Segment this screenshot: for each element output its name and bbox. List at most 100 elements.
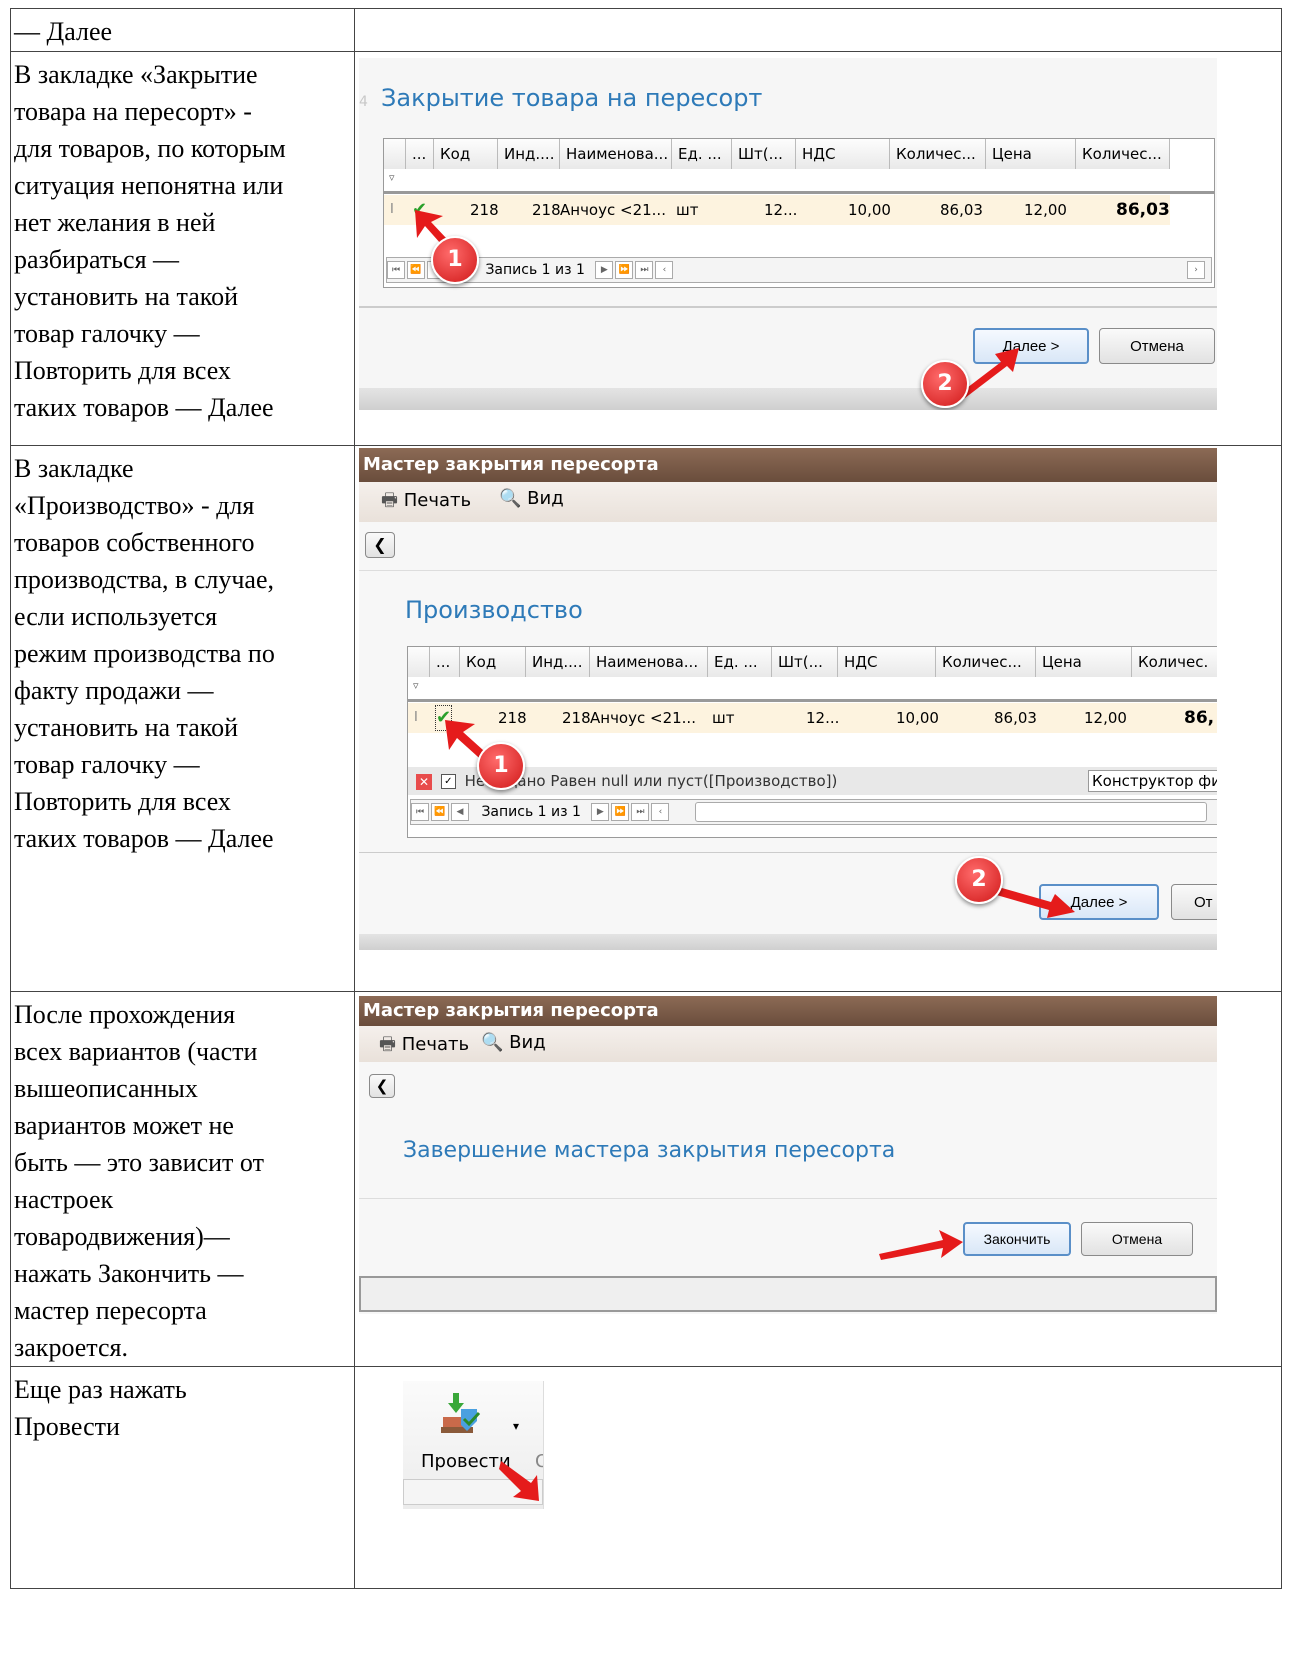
- wizard-title: Производство: [405, 596, 583, 624]
- back-arrow-button[interactable]: ❮: [365, 532, 395, 558]
- cell-ed: шт: [712, 709, 735, 727]
- col-header[interactable]: Количес.: [1132, 647, 1217, 677]
- cancel-button[interactable]: Отмена: [1081, 1222, 1193, 1256]
- next-page-icon[interactable]: ⏩: [611, 803, 630, 821]
- record-navigator[interactable]: ⏮ ⏪ ◀ Запись 1 из 1 ▶ ⏩ ⏭ ‹: [410, 799, 1217, 825]
- col-header[interactable]: Цена: [986, 139, 1076, 169]
- cell-ind: 218: [532, 201, 561, 219]
- cell-ed: шт: [676, 201, 699, 219]
- first-record-icon[interactable]: ⏮: [411, 803, 429, 821]
- cell-kod: 218: [470, 201, 499, 219]
- cell-sht: 12...: [764, 201, 798, 219]
- col-header[interactable]: Количес...: [1076, 139, 1170, 169]
- print-label: Печать: [401, 1034, 470, 1055]
- prev-page-icon[interactable]: ⏪: [431, 803, 449, 821]
- filter-row[interactable]: ▿: [408, 677, 1217, 702]
- screenshot-finish: Мастер закрытия пересорта 🖶 Печать 🔍 Вид…: [359, 996, 1217, 1314]
- printer-icon: 🖶: [379, 1034, 396, 1055]
- cell-qty2: 86,03: [1116, 200, 1170, 220]
- scroll-right-icon[interactable]: ›: [1187, 261, 1205, 279]
- step-1-badge: 1: [477, 742, 525, 790]
- print-button[interactable]: 🖶 Печать: [379, 1032, 469, 1062]
- wizard-title: Завершение мастера закрытия пересорта: [403, 1138, 896, 1163]
- wizard-title: Закрытие товара на пересорт: [381, 84, 763, 112]
- print-button[interactable]: 🖶 Печать: [381, 488, 471, 518]
- last-record-icon[interactable]: ⏭: [631, 803, 650, 821]
- pointer-arrow-icon: [499, 1461, 539, 1501]
- next-page-icon[interactable]: ⏩: [615, 261, 634, 279]
- back-arrow-button[interactable]: ❮: [369, 1074, 395, 1098]
- post-document-icon: [441, 1393, 481, 1433]
- magnifier-icon: 🔍: [499, 488, 522, 509]
- first-record-icon[interactable]: ⏮: [387, 261, 405, 279]
- cell-nds: 10,00: [848, 201, 891, 219]
- cell-qty: 86,03: [994, 709, 1037, 727]
- filter-row[interactable]: ▿: [384, 169, 1214, 194]
- col-header[interactable]: Код: [460, 647, 526, 677]
- col-header[interactable]: Инд....: [498, 139, 560, 169]
- col-header[interactable]: ...: [430, 647, 460, 677]
- cell-sht: 12...: [806, 709, 840, 727]
- col-header[interactable]: ...: [406, 139, 434, 169]
- finish-button[interactable]: Закончить: [963, 1222, 1071, 1256]
- col-header[interactable]: Наименова...: [590, 647, 708, 677]
- col-header[interactable]: Код: [434, 139, 498, 169]
- next-record-icon[interactable]: ▶: [591, 803, 610, 821]
- goods-grid[interactable]: ... Код Инд.... Наименова... Ед. ... Шт(…: [383, 138, 1215, 288]
- row-2-text: В закладке «Закрытие товара на пересорт»…: [10, 51, 355, 446]
- cursor-icon: I: [414, 710, 418, 725]
- row-4-image: Мастер закрытия пересорта 🖶 Печать 🔍 Вид…: [354, 991, 1282, 1367]
- view-button[interactable]: 🔍 Вид: [499, 488, 564, 509]
- col-header[interactable]: Цена: [1036, 647, 1132, 677]
- col-header[interactable]: НДС: [796, 139, 890, 169]
- view-button[interactable]: 🔍 Вид: [481, 1032, 546, 1053]
- row-2-image: 4 Закрытие товара на пересорт ... Код Ин…: [354, 51, 1282, 446]
- last-record-icon[interactable]: ⏭: [635, 261, 654, 279]
- scroll-left-icon[interactable]: ‹: [651, 803, 670, 821]
- goods-grid[interactable]: ... Код Инд.... Наименова... Ед. ... Шт(…: [407, 646, 1217, 838]
- prev-record-icon[interactable]: ◀: [451, 803, 469, 821]
- next-record-icon[interactable]: ▶: [595, 261, 614, 279]
- col-header[interactable]: Ед. ...: [672, 139, 732, 169]
- row-5-text: Еще раз нажать Провести: [10, 1366, 355, 1589]
- horizontal-scrollbar[interactable]: [695, 802, 1207, 822]
- table-row[interactable]: I ✔ 218 218 Анчоус <21... шт 12... 10,00…: [384, 195, 1170, 225]
- cancel-button[interactable]: От: [1171, 884, 1217, 920]
- col-header[interactable]: Инд....: [526, 647, 590, 677]
- col-header[interactable]: Наименова...: [560, 139, 672, 169]
- step-2-badge: 2: [921, 360, 969, 408]
- filter-icon: ▿: [413, 679, 419, 692]
- row-5-image: ▾ Провести O: [354, 1366, 1282, 1589]
- col-header[interactable]: Количес...: [890, 139, 986, 169]
- col-header[interactable]: Шт(...: [772, 647, 838, 677]
- pointer-arrow-icon: [993, 886, 1075, 918]
- step-1-badge: 1: [431, 236, 479, 284]
- col-header[interactable]: Ед. ...: [708, 647, 772, 677]
- record-navigator[interactable]: ⏮⏪◀ Запись 1 из 1 ▶⏩⏭‹ ›: [386, 257, 1212, 283]
- cell-price: 12,00: [1084, 709, 1127, 727]
- col-header[interactable]: Шт(...: [732, 139, 796, 169]
- dropdown-arrow-icon[interactable]: ▾: [513, 1419, 519, 1433]
- filter-builder-link[interactable]: Конструктор фи: [1088, 770, 1217, 792]
- cancel-button[interactable]: Отмена: [1099, 328, 1215, 364]
- cell-name: Анчоус <21...: [560, 201, 666, 219]
- clear-filter-icon[interactable]: ✕: [416, 773, 432, 790]
- cell-qty: 86,03: [940, 201, 983, 219]
- row-3-text: В закладке «Производство» - для товаров …: [10, 445, 355, 992]
- screenshot-production: Мастер закрытия пересорта 🖶 Печать 🔍 Вид…: [359, 448, 1217, 950]
- table-row[interactable]: I ✔ 218 218 Анчоус <21... шт 12... 10,00…: [408, 703, 1217, 733]
- print-label: Печать: [403, 490, 472, 511]
- scroll-left-icon[interactable]: ‹: [655, 261, 674, 279]
- screenshot-post-button: ▾ Провести O: [403, 1381, 544, 1509]
- printer-icon: 🖶: [381, 490, 398, 511]
- row-1-image: [354, 8, 1282, 52]
- screenshot-resort-closing: 4 Закрытие товара на пересорт ... Код Ин…: [359, 58, 1217, 410]
- col-header[interactable]: Количес...: [936, 647, 1036, 677]
- window-title: Мастер закрытия пересорта: [359, 448, 1217, 482]
- row-1-text: — Далее: [10, 8, 355, 52]
- post-label: Провести: [421, 1451, 511, 1472]
- record-counter: Запись 1 из 1: [485, 262, 585, 278]
- view-label: Вид: [527, 488, 564, 509]
- instruction-table: — Далее В закладке «Закрытие товара на п…: [10, 8, 1282, 1589]
- col-header[interactable]: НДС: [838, 647, 936, 677]
